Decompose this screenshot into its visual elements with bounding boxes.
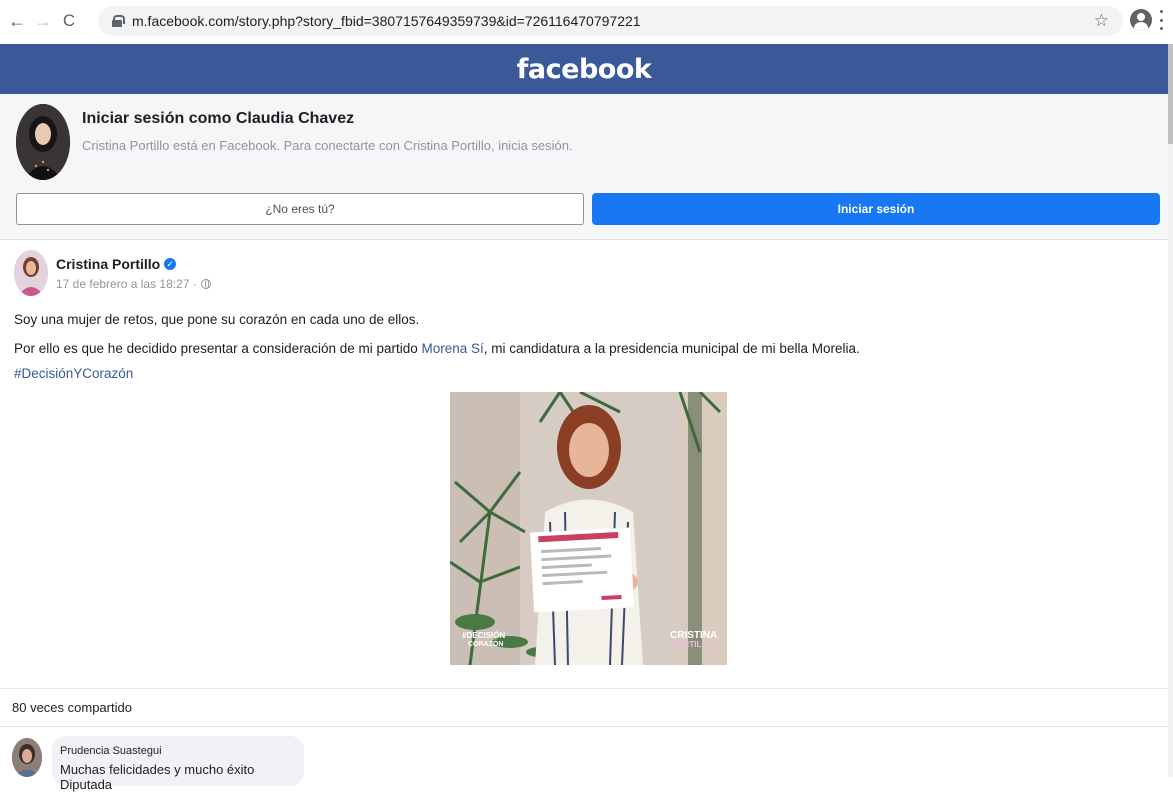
post-author-avatar[interactable] bbox=[14, 250, 48, 296]
comment-author-avatar[interactable] bbox=[12, 738, 42, 777]
divider bbox=[0, 688, 1168, 689]
post-author-row: Cristina Portillo ✓ bbox=[56, 256, 177, 272]
svg-text:#DECISIÓN: #DECISIÓN bbox=[462, 631, 505, 640]
post-text-line: Por ello es que he decidido presentar a … bbox=[14, 341, 860, 356]
not-you-button[interactable]: ¿No eres tú? bbox=[16, 193, 584, 225]
share-count[interactable]: 80 veces compartido bbox=[12, 700, 132, 715]
login-user-avatar bbox=[16, 104, 70, 180]
post-meta: 17 de febrero a las 18:27 · bbox=[56, 277, 211, 291]
post-text-segment: , mi candidatura a la presidencia munici… bbox=[483, 341, 860, 356]
bookmark-star-icon[interactable]: ☆ bbox=[1094, 11, 1109, 31]
verified-badge-icon: ✓ bbox=[164, 258, 177, 270]
divider bbox=[0, 726, 1168, 727]
party-link[interactable]: Morena Sí bbox=[422, 341, 484, 356]
forward-arrow-icon[interactable]: → bbox=[30, 8, 56, 34]
login-title: Iniciar sesión como Claudia Chavez bbox=[82, 110, 355, 127]
browser-menu-icon[interactable] bbox=[1160, 10, 1164, 30]
profile-avatar-icon[interactable] bbox=[1130, 9, 1152, 31]
svg-text:CORAZÓN: CORAZÓN bbox=[468, 639, 503, 648]
url-text[interactable]: m.facebook.com/story.php?story_fbid=3807… bbox=[132, 13, 641, 29]
facebook-logo[interactable]: facebook bbox=[517, 54, 652, 85]
scrollbar-thumb[interactable] bbox=[1168, 44, 1173, 144]
post-text-segment: Por ello es que he decidido presentar a … bbox=[14, 341, 422, 356]
scrollbar-track[interactable] bbox=[1168, 44, 1173, 777]
comment-text: Muchas felicidades y mucho éxito Diputad… bbox=[60, 762, 255, 792]
post-text-line: Soy una mujer de retos, que pone su cora… bbox=[14, 312, 420, 327]
login-button[interactable]: Iniciar sesión bbox=[592, 193, 1160, 225]
login-prompt: Iniciar sesión como Claudia Chavez Crist… bbox=[0, 94, 1168, 240]
comment-author-name[interactable]: Prudencia Suastegui bbox=[60, 745, 162, 757]
lock-icon[interactable] bbox=[112, 15, 125, 27]
facebook-header: facebook bbox=[0, 44, 1168, 94]
reload-icon[interactable]: C bbox=[56, 8, 82, 34]
browser-toolbar: ← → C m.facebook.com/story.php?story_fbi… bbox=[0, 0, 1173, 42]
svg-text:PORTILLO: PORTILLO bbox=[672, 640, 712, 649]
login-subtitle: Cristina Portillo está en Facebook. Para… bbox=[82, 138, 573, 153]
hashtag-link[interactable]: #DecisiónYCorazón bbox=[14, 366, 133, 381]
globe-icon bbox=[200, 279, 211, 289]
back-arrow-icon[interactable]: ← bbox=[4, 8, 30, 34]
post-date[interactable]: 17 de febrero a las 18:27 · bbox=[56, 277, 197, 291]
comment-bubble: Prudencia Suastegui Muchas felicidades y… bbox=[52, 736, 304, 792]
post-author-name[interactable]: Cristina Portillo bbox=[56, 256, 160, 272]
post-photo[interactable]: #DECISIÓN CORAZÓN CRISTINA PORTILLO bbox=[450, 392, 727, 665]
address-bar[interactable]: m.facebook.com/story.php?story_fbid=3807… bbox=[98, 6, 1123, 36]
